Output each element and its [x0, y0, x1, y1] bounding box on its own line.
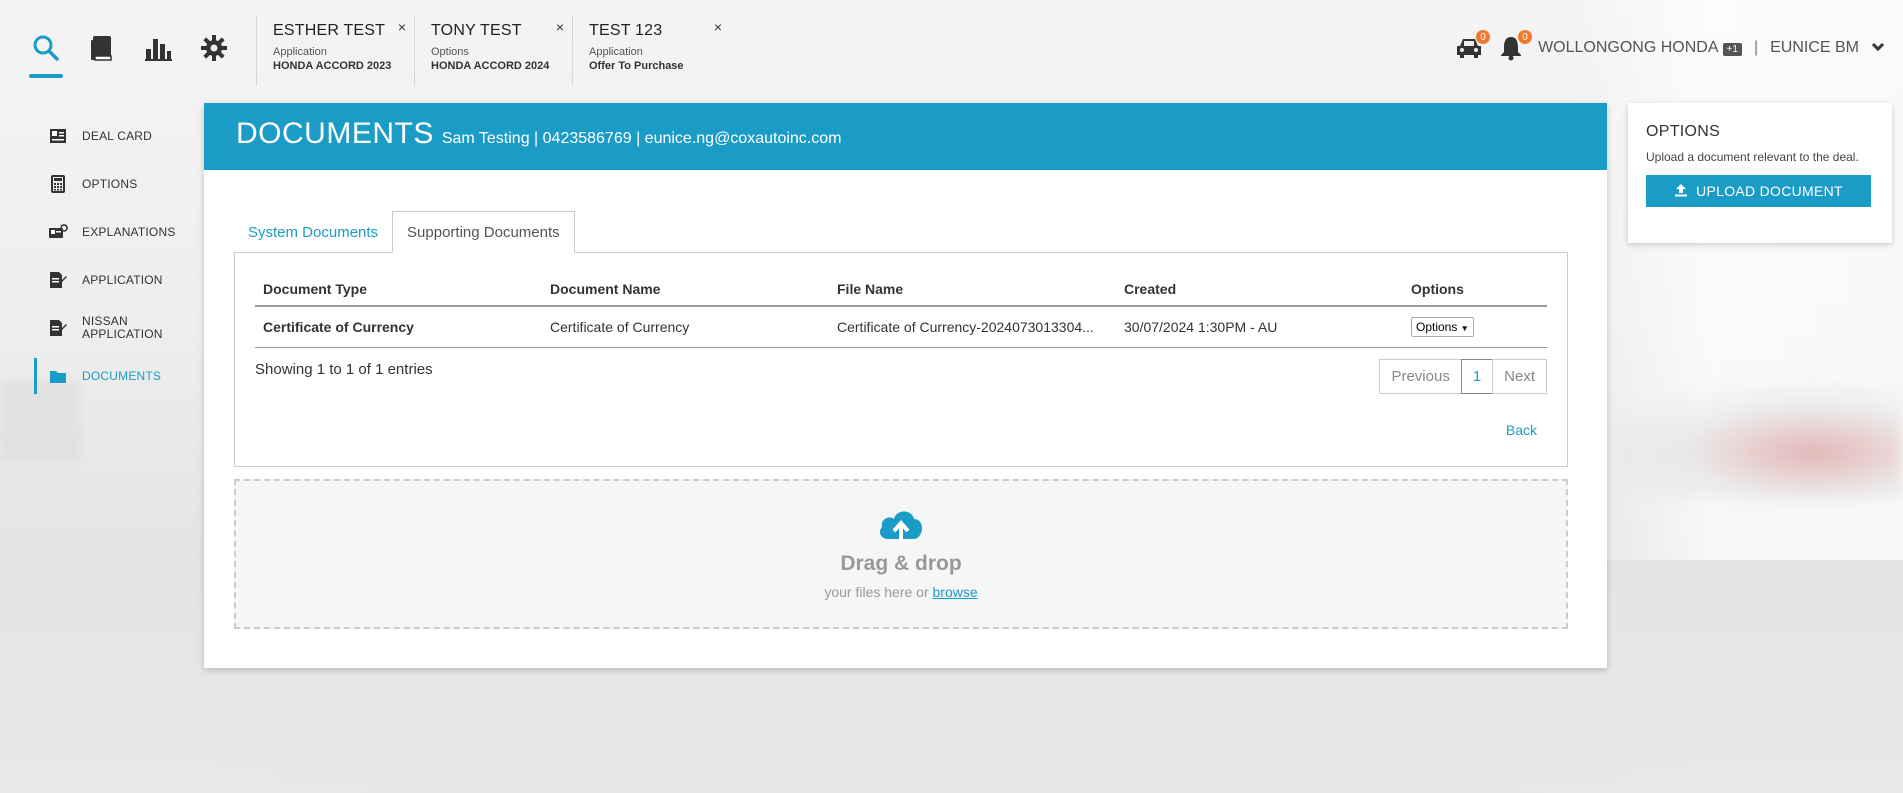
pagination-next[interactable]: Next — [1492, 359, 1547, 394]
search-icon[interactable] — [28, 30, 64, 78]
sidebar-item-options[interactable]: OPTIONS — [34, 160, 194, 208]
deal-card-icon — [48, 126, 68, 146]
column-header[interactable]: Created — [1116, 273, 1403, 307]
close-icon[interactable]: × — [398, 19, 406, 35]
page-title: DOCUMENTS — [236, 117, 434, 150]
separator: | — [1753, 39, 1759, 56]
deal-tab-vehicle: HONDA ACCORD 2024 — [431, 60, 550, 72]
document-name-cell: Certificate of Currency — [542, 306, 829, 348]
background-car — [1603, 380, 1903, 500]
sidebar-item-label: EXPLANATIONS — [82, 224, 176, 239]
options-card: OPTIONS Upload a document relevant to th… — [1628, 103, 1892, 243]
sidebar-item-label: DOCUMENTS — [82, 368, 162, 383]
deal-tab-name: TEST 123 — [589, 22, 663, 39]
entries-info: Showing 1 to 1 of 1 entries — [255, 361, 433, 378]
bell-badge: 0 — [1518, 30, 1533, 44]
deal-tab-name: ESTHER TEST — [273, 22, 386, 39]
row-options-label: Options — [1416, 320, 1458, 334]
column-header[interactable]: Document Name — [542, 273, 829, 307]
deal-tab-stage: Options — [431, 46, 469, 58]
deal-tab-tony-test[interactable]: TONY TEST Options HONDA ACCORD 2024 × — [414, 16, 572, 86]
dropzone-text: your files here or — [824, 584, 929, 600]
sidebar-item-label: APPLICATION — [82, 272, 163, 287]
deal-tab-esther-test[interactable]: ESTHER TEST Application HONDA ACCORD 202… — [256, 16, 414, 86]
book-icon[interactable] — [84, 30, 120, 66]
application-icon — [48, 270, 68, 290]
pagination-page[interactable]: 1 — [1460, 359, 1494, 394]
file-name-cell: Certificate of Currency-2024073013304... — [829, 306, 1116, 348]
document-type-cell: Certificate of Currency — [255, 306, 542, 348]
user-name: EUNICE BM — [1770, 39, 1859, 56]
documents-table: Document Type Document Name File Name Cr… — [255, 273, 1547, 348]
deal-tab-vehicle: HONDA ACCORD 2023 — [273, 60, 392, 72]
options-description: Upload a document relevant to the deal. — [1646, 150, 1859, 164]
user-menu[interactable]: EUNICE BM — [1770, 39, 1859, 57]
sidebar-item-documents[interactable]: DOCUMENTS — [34, 352, 194, 400]
sidebar-item-label: DEAL CARD — [82, 128, 153, 143]
table-header-row: Document Type Document Name File Name Cr… — [255, 273, 1547, 307]
tab-supporting-documents[interactable]: Supporting Documents — [392, 211, 575, 253]
browse-link[interactable]: browse — [933, 584, 978, 600]
car-badge: 0 — [1476, 30, 1491, 44]
sidebar-item-label: OPTIONS — [82, 176, 138, 191]
nissan-application-icon — [48, 318, 68, 338]
tab-content: Document Type Document Name File Name Cr… — [234, 252, 1568, 467]
created-cell: 30/07/2024 1:30PM - AU — [1116, 306, 1403, 348]
explanations-icon — [48, 222, 68, 242]
deal-tab-stage: Application — [589, 46, 643, 58]
tab-system-documents[interactable]: System Documents — [234, 211, 392, 253]
sidebar-item-nissan-application[interactable]: NISSAN APPLICATION — [34, 304, 194, 352]
cloud-upload-icon — [236, 505, 1566, 550]
documents-panel: DOCUMENTS Sam Testing | 0423586769 | eun… — [204, 103, 1607, 668]
top-bar: ESTHER TEST Application HONDA ACCORD 202… — [0, 0, 1903, 88]
calculator-icon — [48, 174, 68, 194]
deal-tabs: ESTHER TEST Application HONDA ACCORD 202… — [256, 16, 730, 86]
bar-chart-icon[interactable] — [140, 30, 176, 66]
customer-details: Sam Testing | 0423586769 | eunice.ng@cox… — [441, 130, 842, 147]
table-row: Certificate of Currency Certificate of C… — [255, 306, 1547, 348]
deal-tab-stage: Application — [273, 46, 327, 58]
dropzone-subtitle: your files here or browse — [236, 584, 1566, 600]
sidebar-item-label: NISSAN APPLICATION — [82, 314, 163, 341]
main-nav — [28, 30, 232, 78]
upload-document-button[interactable]: UPLOAD DOCUMENT — [1646, 175, 1871, 207]
folder-icon — [48, 366, 68, 386]
row-options-dropdown[interactable]: Options ▼ — [1411, 317, 1474, 337]
sidebar-item-explanations[interactable]: EXPLANATIONS — [34, 208, 194, 256]
deal-tab-name: TONY TEST — [431, 22, 522, 39]
file-dropzone[interactable]: Drag & drop your files here or browse — [234, 479, 1568, 629]
dealer-name: WOLLONGONG HONDA — [1538, 39, 1719, 56]
column-header[interactable]: File Name — [829, 273, 1116, 307]
column-header: Options — [1403, 273, 1547, 307]
close-icon[interactable]: × — [714, 19, 722, 35]
sidebar: DEAL CARD OPTIONS EXPLANATIONS APPLICATI… — [34, 112, 194, 400]
pagination: Previous 1 Next — [1379, 359, 1547, 394]
sidebar-item-deal-card[interactable]: DEAL CARD — [34, 112, 194, 160]
upload-document-label: UPLOAD DOCUMENT — [1696, 183, 1843, 199]
gear-icon[interactable] — [196, 30, 232, 66]
document-tabs: System Documents Supporting Documents — [234, 211, 575, 253]
user-area: 0 0 WOLLONGONG HONDA +1 | EUNICE BM — [1454, 30, 1885, 62]
chevron-down-icon[interactable] — [1871, 39, 1885, 57]
deal-tab-vehicle: Offer To Purchase — [589, 60, 684, 72]
dropzone-title: Drag & drop — [840, 552, 962, 575]
car-icon[interactable]: 0 — [1454, 30, 1491, 62]
dealer-selector[interactable]: WOLLONGONG HONDA +1 — [1538, 39, 1742, 57]
sidebar-item-application[interactable]: APPLICATION — [34, 256, 194, 304]
deal-tab-test-123[interactable]: TEST 123 Application Offer To Purchase × — [572, 16, 730, 86]
dealer-count-badge: +1 — [1722, 43, 1742, 56]
pagination-previous[interactable]: Previous — [1379, 359, 1462, 394]
options-title: OPTIONS — [1646, 123, 1721, 140]
caret-down-icon: ▼ — [1460, 324, 1469, 333]
panel-header: DOCUMENTS Sam Testing | 0423586769 | eun… — [204, 103, 1607, 170]
options-cell: Options ▼ — [1403, 306, 1547, 348]
close-icon[interactable]: × — [556, 19, 564, 35]
bell-icon[interactable]: 0 — [1496, 30, 1533, 62]
back-link[interactable]: Back — [1506, 422, 1537, 438]
upload-icon — [1674, 183, 1688, 200]
column-header[interactable]: Document Type — [255, 273, 542, 307]
